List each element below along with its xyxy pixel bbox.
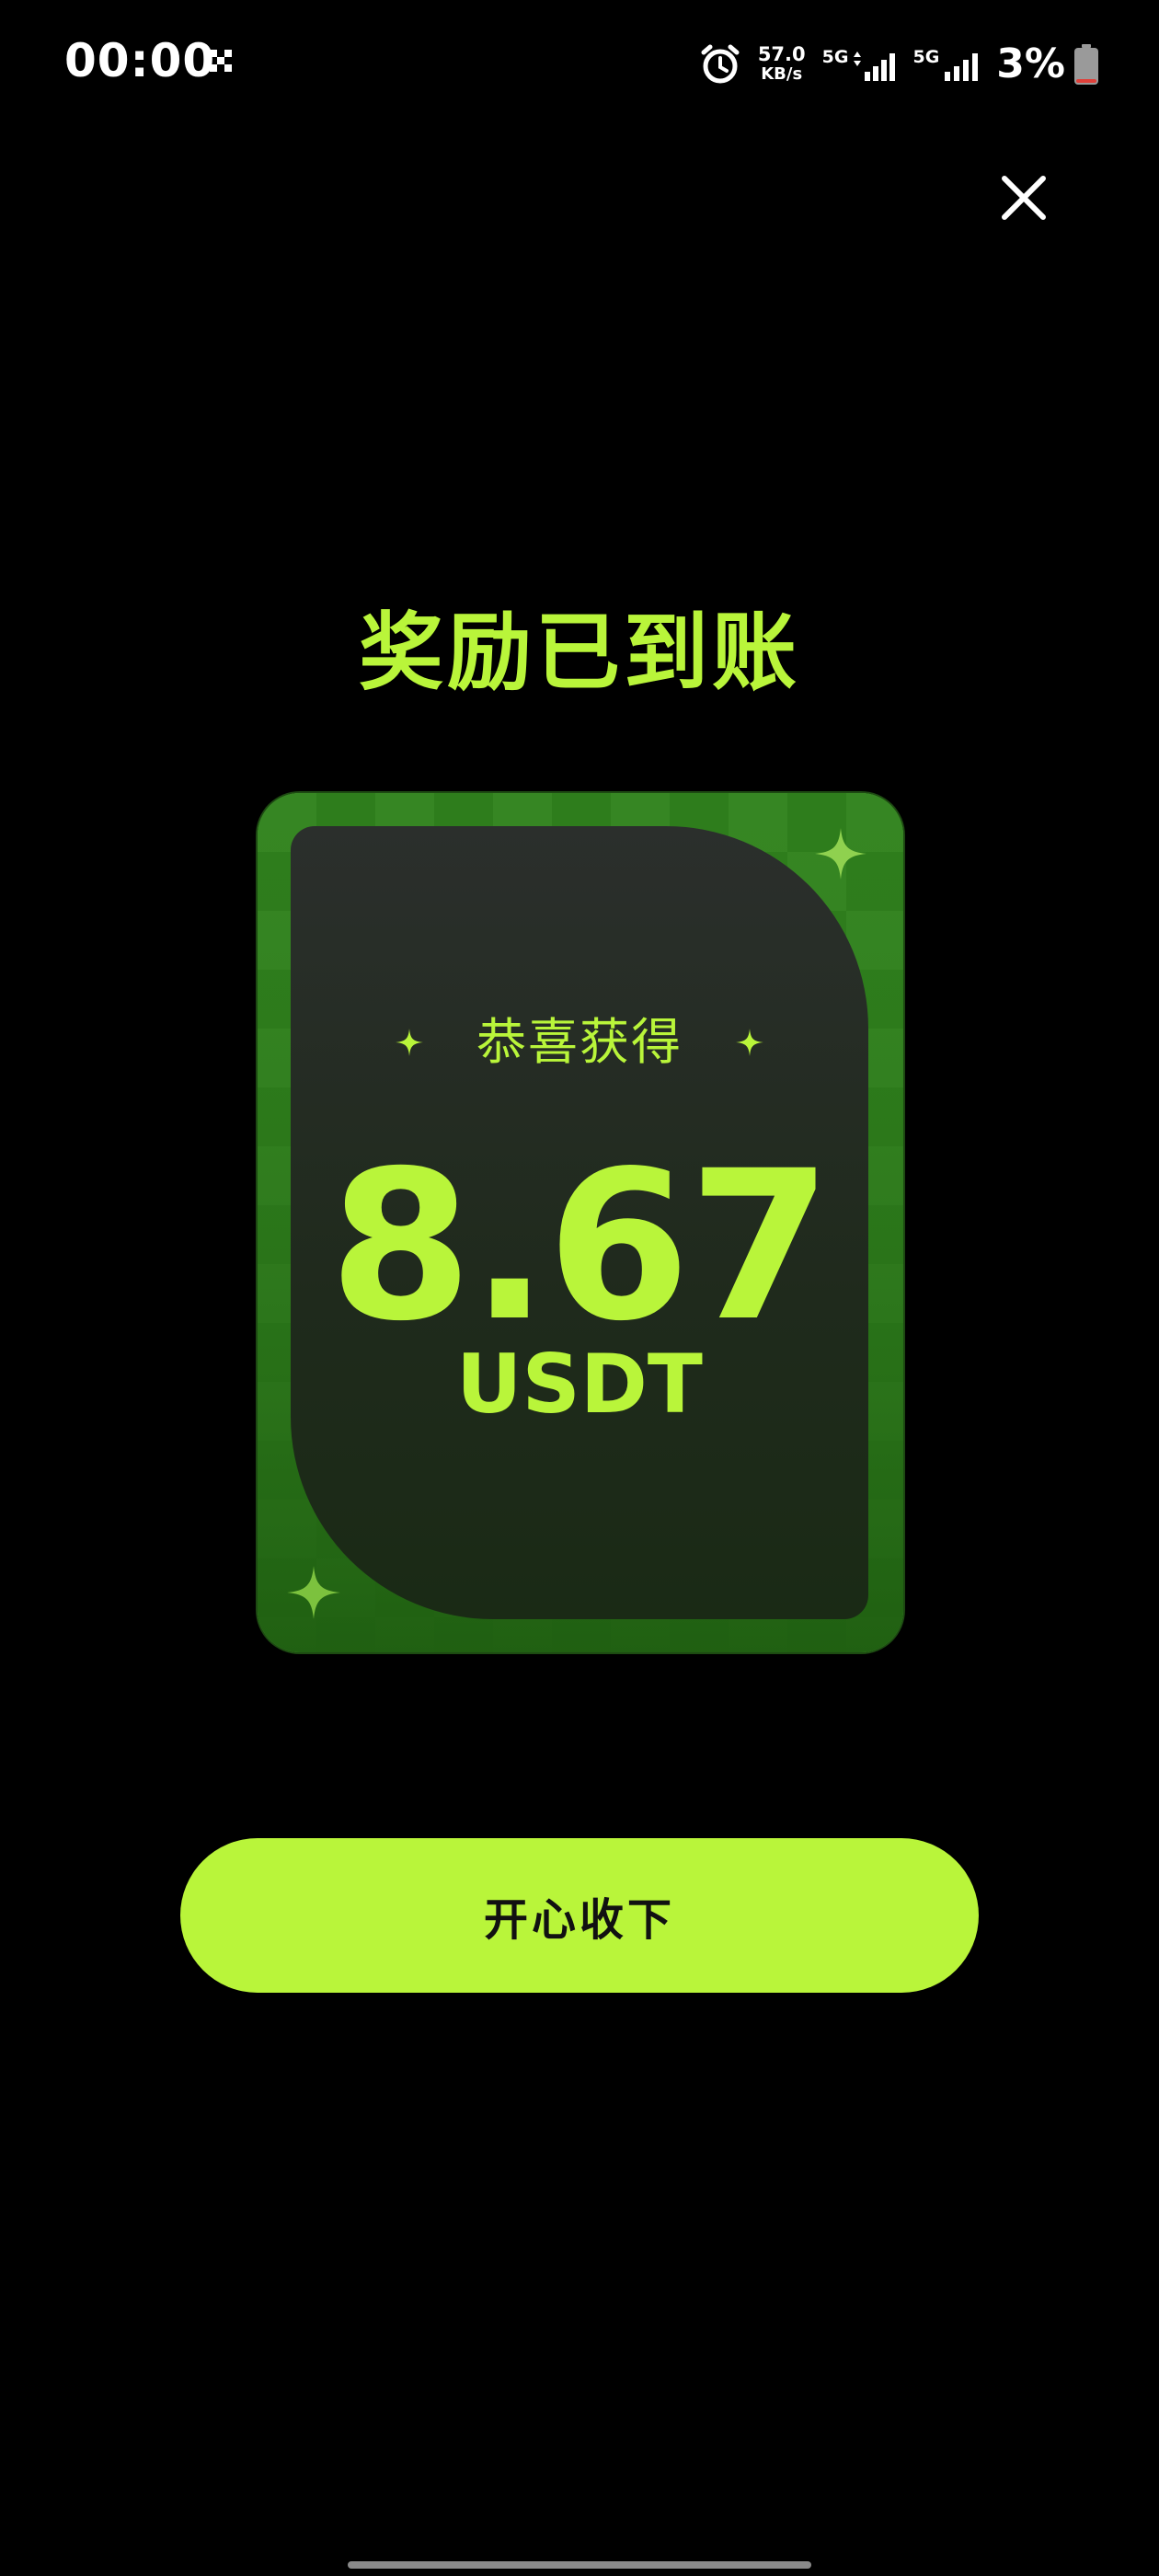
- reward-amount: 8.67: [328, 1126, 832, 1366]
- sparkle-icon: [815, 828, 866, 880]
- status-bar: 00:00 57.0 KB/s 5G 5G 3%: [0, 0, 1159, 129]
- battery-percent: 3%: [996, 40, 1065, 87]
- signal-icon: [945, 53, 979, 81]
- signal-icon: [854, 52, 896, 81]
- network-speed-unit: KB/s: [761, 64, 803, 84]
- sparkle-icon: [396, 1029, 423, 1056]
- home-indicator[interactable]: [348, 2561, 811, 2569]
- close-icon: [1002, 176, 1046, 220]
- sim1-network-type: 5G: [821, 47, 849, 67]
- network-speed: 57.0 KB/s: [758, 44, 806, 85]
- status-time: 00:00: [64, 34, 216, 87]
- close-button[interactable]: [995, 169, 1052, 226]
- sim2-signal: 5G: [912, 48, 983, 81]
- reward-currency: USDT: [456, 1337, 703, 1432]
- battery-low-icon: [1074, 44, 1098, 85]
- status-icons: 57.0 KB/s 5G 5G 3%: [699, 37, 1098, 92]
- sim1-signal: 5G: [822, 48, 901, 81]
- page-title: 奖励已到账: [358, 604, 800, 702]
- accept-button[interactable]: 开心收下: [180, 1838, 979, 1993]
- alarm-icon: [701, 44, 740, 84]
- network-speed-value: 57.0: [757, 43, 806, 65]
- notification-icon: [210, 50, 232, 72]
- sim2-network-type: 5G: [912, 47, 940, 67]
- sparkle-icon: [736, 1029, 763, 1056]
- accept-button-label: 开心收下: [483, 1894, 675, 1946]
- sparkle-icon: [287, 1566, 340, 1619]
- congrats-label: 恭喜获得: [476, 1013, 683, 1071]
- congrats-row: 恭喜获得: [0, 1010, 1159, 1075]
